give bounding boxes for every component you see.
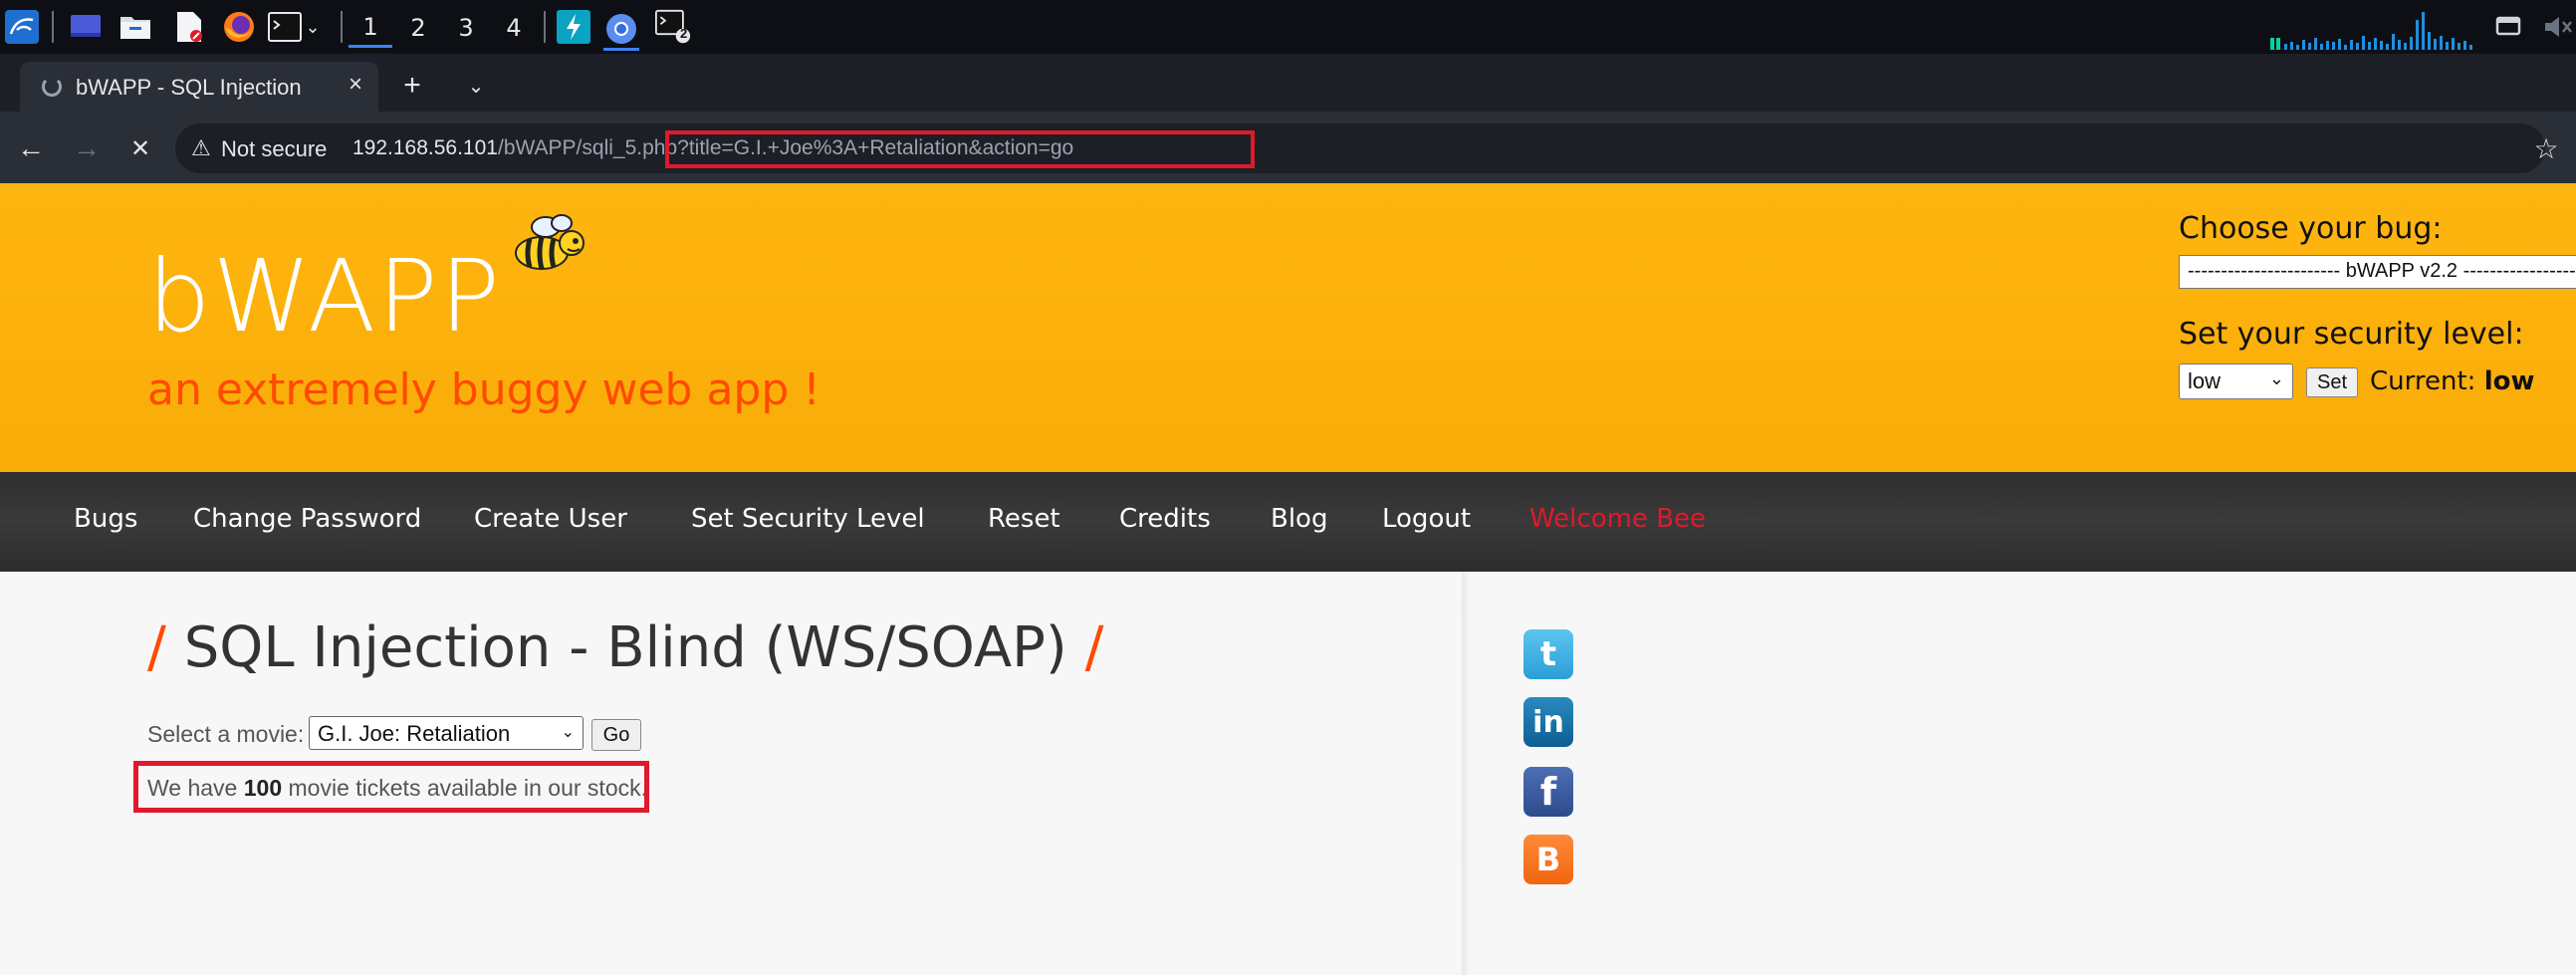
terminal-2-icon[interactable]: 2 (655, 9, 691, 45)
bee-icon (515, 214, 585, 270)
firefox-icon[interactable] (221, 9, 257, 45)
workspace-3[interactable]: 3 (444, 8, 488, 48)
browser-toolbar: ← → ✕ ⚠ Not secure 192.168.56.101/bWAPP/… (0, 112, 2576, 183)
file-manager-icon[interactable] (117, 9, 153, 45)
workspace-1[interactable]: 1 (349, 8, 392, 48)
forward-button[interactable]: → (70, 131, 104, 165)
network-activity-graph (2270, 12, 2472, 50)
title-slash-left: / (147, 615, 166, 680)
column-divider (1462, 572, 1470, 975)
blogger-icon[interactable]: B (1523, 835, 1573, 884)
result-suffix: movie tickets available in our stock. (282, 775, 648, 801)
url-path: /bWAPP/sqli_5.php (497, 136, 678, 159)
security-level-select[interactable]: low ⌄ (2179, 364, 2293, 399)
menu-create-user[interactable]: Create User (474, 504, 627, 534)
facebook-icon[interactable]: f (1523, 767, 1573, 817)
page-title-text: SQL Injection - Blind (WS/SOAP) (183, 615, 1067, 680)
result-message: We have 100 movie tickets available in o… (147, 775, 647, 802)
text-editor-icon[interactable] (171, 9, 207, 45)
movie-select[interactable]: G.I. Joe: Retaliation ⌄ (309, 716, 584, 750)
tab-close-icon[interactable]: × (341, 70, 370, 100)
chevron-down-icon[interactable]: ⌄ (301, 9, 325, 45)
bookmark-star-icon[interactable]: ☆ (2529, 131, 2563, 165)
address-bar[interactable]: ⚠ Not secure 192.168.56.101/bWAPP/sqli_5… (175, 123, 2545, 173)
menu-set-security-level[interactable]: Set Security Level (691, 504, 925, 534)
taskbar-separator (52, 11, 54, 43)
url-host: 192.168.56.101 (352, 136, 498, 159)
menu-credits[interactable]: Credits (1119, 504, 1211, 534)
main-menu: Bugs Change Password Create User Set Sec… (0, 472, 2576, 572)
back-button[interactable]: ← (14, 131, 48, 165)
terminal-icon[interactable] (267, 9, 303, 45)
volume-muted-icon[interactable] (2541, 12, 2575, 42)
page-title: / SQL Injection - Blind (WS/SOAP) / (147, 615, 1103, 680)
twitter-icon[interactable]: t (1523, 629, 1573, 679)
app-tagline: an extremely buggy web app ! (147, 365, 820, 415)
browser-tab-strip: bWAPP - SQL Injection × + ⌄ (0, 54, 2576, 112)
menu-blog[interactable]: Blog (1271, 504, 1327, 534)
terminal-badge: 2 (680, 26, 688, 41)
select-movie-label: Select a movie: (147, 721, 305, 747)
menu-logout[interactable]: Logout (1382, 504, 1471, 534)
taskbar-separator (544, 11, 546, 43)
current-level-value: low (2483, 366, 2535, 396)
go-button[interactable]: Go (591, 719, 641, 751)
kali-menu-icon[interactable] (4, 9, 40, 45)
menu-change-password[interactable]: Change Password (193, 504, 421, 534)
choose-bug-label: Choose your bug: (2179, 211, 2443, 246)
menu-reset[interactable]: Reset (988, 504, 1060, 534)
bug-select[interactable]: ----------------------- bWAPP v2.2 -----… (2179, 255, 2576, 289)
current-level: Current: low (2370, 366, 2534, 396)
menu-bugs[interactable]: Bugs (74, 504, 137, 534)
chevron-down-icon: ⌄ (561, 724, 575, 741)
taskbar-separator (341, 11, 343, 43)
tab-sql-injection[interactable]: bWAPP - SQL Injection × (20, 62, 378, 112)
bwapp-header: bWAPP an extremely buggy web app ! Choos… (0, 183, 2576, 472)
tab-list-chevron-icon[interactable]: ⌄ (460, 70, 492, 102)
chromium-icon[interactable] (603, 9, 639, 51)
tab-title: bWAPP - SQL Injection (76, 75, 302, 100)
workspace-2[interactable]: 2 (396, 8, 440, 48)
welcome-user: Welcome Bee (1529, 504, 1707, 534)
title-slash-right: / (1084, 615, 1104, 680)
taskbar: ⌄ 1 2 3 4 2 (0, 0, 2576, 54)
chevron-down-icon: ⌄ (2268, 368, 2284, 388)
result-prefix: We have (147, 775, 244, 801)
app-logo-title[interactable]: bWAPP (147, 238, 502, 355)
screen: ⌄ 1 2 3 4 2 bWAPP - SQL Injection × + ⌄ … (0, 0, 2576, 975)
url-query-highlight-box (665, 130, 1255, 168)
not-secure-label[interactable]: Not secure (221, 136, 327, 162)
linkedin-icon[interactable]: in (1523, 697, 1573, 747)
warning-triangle-icon: ⚠ (191, 135, 211, 160)
new-tab-button[interactable]: + (396, 69, 428, 102)
burp-app-icon[interactable] (556, 9, 591, 45)
workspace-4[interactable]: 4 (492, 8, 536, 48)
current-label: Current: (2370, 366, 2476, 396)
set-security-button[interactable]: Set (2306, 367, 2358, 397)
movie-select-value: G.I. Joe: Retaliation (318, 721, 511, 746)
security-level-label: Set your security level: (2179, 317, 2524, 352)
page-content: / SQL Injection - Blind (WS/SOAP) / Sele… (0, 572, 2576, 975)
loading-spinner-icon (42, 77, 62, 97)
security-level-value: low (2188, 368, 2222, 393)
stop-loading-button[interactable]: ✕ (123, 131, 157, 165)
ticket-count: 100 (243, 775, 283, 801)
window-switch-icon[interactable] (2491, 12, 2525, 42)
desktop-icon[interactable] (68, 9, 104, 45)
